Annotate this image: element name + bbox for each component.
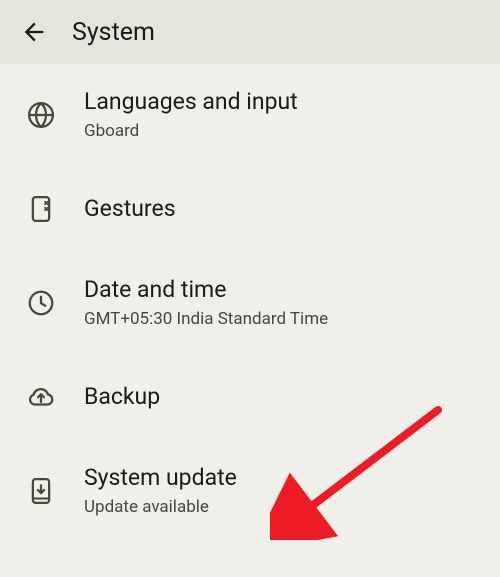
list-item-gestures[interactable]: Gestures: [0, 166, 500, 252]
list-item-title: Backup: [84, 383, 160, 412]
globe-icon: [22, 96, 60, 134]
list-item-backup[interactable]: Backup: [0, 354, 500, 440]
gestures-icon: [22, 190, 60, 228]
list-item-subtitle: Gboard: [84, 121, 298, 142]
back-button[interactable]: [14, 12, 54, 52]
list-item-subtitle: GMT+05:30 India Standard Time: [84, 309, 328, 330]
list-item-languages-and-input[interactable]: Languages and input Gboard: [0, 64, 500, 166]
page-title: System: [72, 18, 155, 47]
list-item-title: Languages and input: [84, 88, 298, 117]
clock-icon: [22, 284, 60, 322]
app-bar: System: [0, 0, 500, 64]
system-update-icon: [22, 472, 60, 510]
list-item-subtitle: Update available: [84, 497, 237, 518]
list-item-title: Gestures: [84, 195, 176, 224]
arrow-back-icon: [20, 18, 48, 46]
settings-list: Languages and input Gboard Gestures Date…: [0, 64, 500, 542]
list-item-system-update[interactable]: System update Update available: [0, 440, 500, 542]
cloud-upload-icon: [22, 378, 60, 416]
list-item-title: System update: [84, 464, 237, 493]
list-item-title: Date and time: [84, 276, 328, 305]
list-item-date-and-time[interactable]: Date and time GMT+05:30 India Standard T…: [0, 252, 500, 354]
